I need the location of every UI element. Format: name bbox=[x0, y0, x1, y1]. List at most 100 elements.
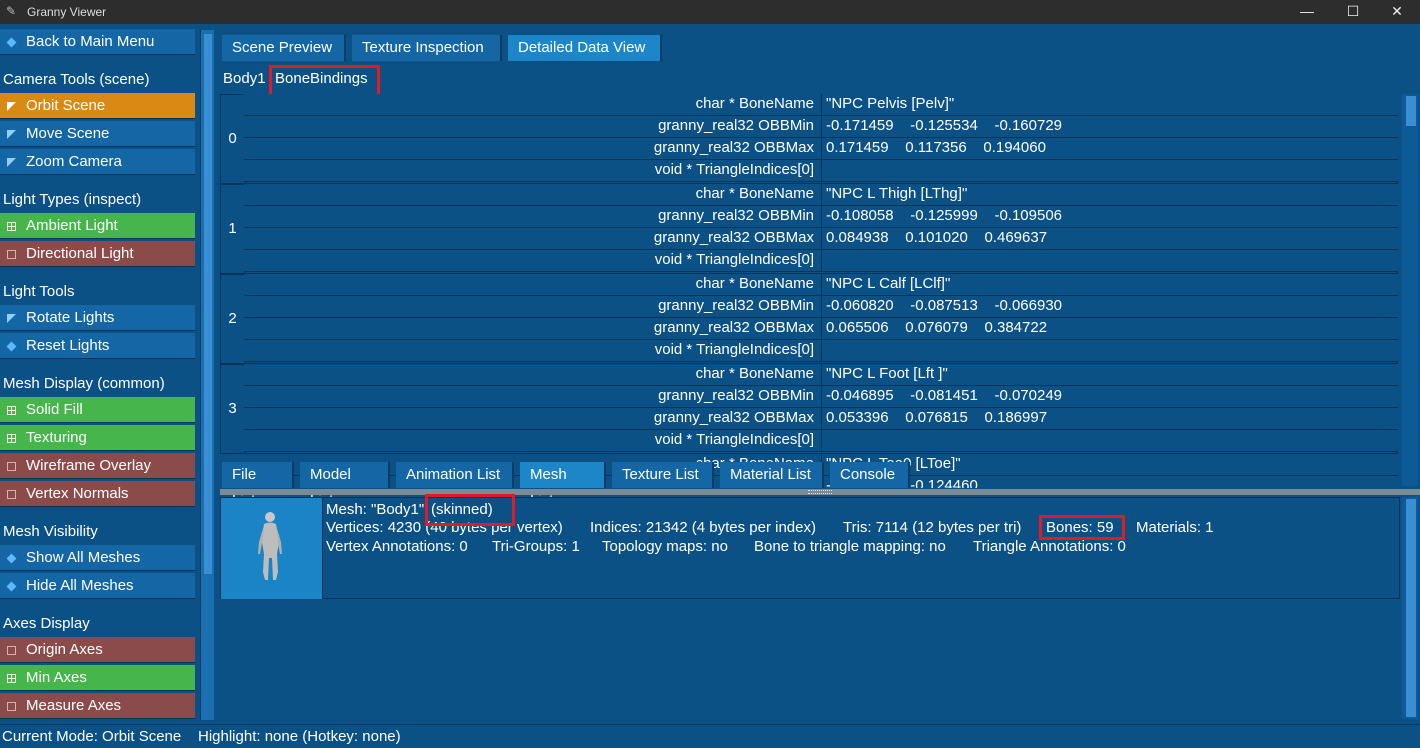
app-icon: ✎ bbox=[6, 4, 17, 18]
close-button[interactable]: ✕ bbox=[1374, 0, 1420, 24]
mesh-indices: Indices: 21342 (4 bytes per index) bbox=[590, 519, 816, 536]
checked-box-icon bbox=[7, 434, 16, 443]
table-row[interactable]: granny_real32 OBBMax 0.053396 0.076815 0.… bbox=[244, 408, 1398, 430]
unchecked-box-icon bbox=[7, 646, 16, 655]
mesh-tris: Tris: 7114 (12 bytes per tri) bbox=[843, 519, 1022, 536]
ambient-light-toggle[interactable]: Ambient Light bbox=[0, 213, 195, 239]
table-row[interactable]: void * TriangleIndices[0] bbox=[244, 430, 1398, 452]
mesh-materials: Materials: 1 bbox=[1136, 519, 1214, 536]
diamond-icon bbox=[6, 341, 17, 352]
splitter-grip[interactable] bbox=[808, 490, 832, 494]
diamond-icon bbox=[6, 37, 17, 48]
unchecked-box-icon bbox=[7, 462, 16, 471]
mesh-name: Mesh: "Body1" bbox=[326, 501, 425, 518]
table-row[interactable]: granny_real32 OBBMax 0.065506 0.076079 0.… bbox=[244, 318, 1398, 340]
mesh-visibility-heading: Mesh Visibility bbox=[3, 523, 98, 540]
table-row[interactable]: void * TriangleIndices[0] bbox=[244, 250, 1398, 272]
tool-icon bbox=[7, 158, 16, 167]
bone-index: 2 bbox=[221, 275, 245, 363]
tab-material-list[interactable]: Material List bbox=[720, 462, 824, 488]
reset-lights-button[interactable]: Reset Lights bbox=[0, 333, 195, 359]
status-highlight: Highlight: none (Hotkey: none) bbox=[198, 728, 401, 745]
move-scene-button[interactable]: Move Scene bbox=[0, 121, 195, 147]
mesh-bone-tri: Bone to triangle mapping: no bbox=[754, 538, 946, 555]
unchecked-box-icon bbox=[7, 702, 16, 711]
checked-box-icon bbox=[7, 674, 16, 683]
solid-fill-toggle[interactable]: Solid Fill bbox=[0, 397, 195, 423]
breadcrumb-root[interactable]: Body1 bbox=[223, 66, 266, 92]
mesh-list-item[interactable]: Mesh: "Body1" (skinned) Vertices: 4230 (… bbox=[220, 497, 1400, 599]
axes-display-heading: Axes Display bbox=[3, 615, 90, 632]
highlight-box bbox=[269, 65, 380, 97]
highlight-box bbox=[1039, 515, 1125, 540]
mesh-tri-groups: Tri-Groups: 1 bbox=[492, 538, 580, 555]
tab-detailed-data-view[interactable]: Detailed Data View bbox=[508, 35, 662, 61]
light-tools-heading: Light Tools bbox=[3, 283, 75, 300]
tab-file-list[interactable]: File List bbox=[222, 462, 294, 509]
bone-index: 0 bbox=[221, 95, 245, 183]
bone-bindings-grid: 0 char * BoneName "NPC Pelvis [Pelv]" gra… bbox=[220, 94, 1400, 454]
min-axes-toggle[interactable]: Min Axes bbox=[0, 665, 195, 691]
show-all-meshes-button[interactable]: Show All Meshes bbox=[0, 545, 195, 571]
table-row[interactable]: granny_real32 OBBMin -0.171459 -0.125534 … bbox=[244, 116, 1398, 138]
minimize-button[interactable]: — bbox=[1284, 0, 1330, 24]
table-row[interactable]: char * BoneName "NPC L Thigh [LThg]" bbox=[244, 184, 1398, 206]
table-row[interactable]: granny_real32 OBBMin -0.046895 -0.081451 … bbox=[244, 386, 1398, 408]
table-row[interactable]: char * BoneName "NPC L Calf [LClf]" bbox=[244, 274, 1398, 296]
measure-axes-toggle[interactable]: Measure Axes bbox=[0, 693, 195, 719]
wireframe-overlay-toggle[interactable]: Wireframe Overlay bbox=[0, 453, 195, 479]
mesh-display-heading: Mesh Display (common) bbox=[3, 375, 165, 392]
table-row[interactable]: granny_real32 OBBMax 0.171459 0.117356 0.… bbox=[244, 138, 1398, 160]
table-row[interactable]: void * TriangleIndices[0] bbox=[244, 340, 1398, 362]
unchecked-box-icon bbox=[7, 250, 16, 259]
tab-animation-list[interactable]: Animation List bbox=[396, 462, 514, 488]
tab-model-list[interactable]: Model List bbox=[300, 462, 390, 509]
checked-box-icon bbox=[7, 222, 16, 231]
orbit-scene-button[interactable]: Orbit Scene bbox=[0, 93, 195, 119]
diamond-icon bbox=[6, 581, 17, 592]
hide-all-meshes-button[interactable]: Hide All Meshes bbox=[0, 573, 195, 599]
mesh-topology: Topology maps: no bbox=[602, 538, 728, 555]
camera-tools-heading: Camera Tools (scene) bbox=[3, 71, 150, 88]
table-row[interactable]: void * TriangleIndices[0] bbox=[244, 160, 1398, 182]
list-tabs: File List Model List Animation List Mesh… bbox=[222, 462, 922, 509]
table-row[interactable]: granny_real32 OBBMin -0.060820 -0.087513 … bbox=[244, 296, 1398, 318]
scrollbar-thumb[interactable] bbox=[1406, 96, 1416, 126]
rotate-lights-button[interactable]: Rotate Lights bbox=[0, 305, 195, 331]
maximize-button[interactable]: ☐ bbox=[1330, 0, 1376, 24]
origin-axes-toggle[interactable]: Origin Axes bbox=[0, 637, 195, 663]
light-types-heading: Light Types (inspect) bbox=[3, 191, 142, 208]
tab-mesh-list[interactable]: Mesh List bbox=[520, 462, 606, 509]
grid-scrollbar[interactable] bbox=[1402, 94, 1418, 486]
directional-light-toggle[interactable]: Directional Light bbox=[0, 241, 195, 267]
tab-console[interactable]: Console bbox=[830, 462, 910, 488]
sidebar: Back to Main Menu Camera Tools (scene) O… bbox=[0, 26, 196, 720]
table-row[interactable]: char * BoneName "NPC L Foot [Lft ]" bbox=[244, 364, 1398, 386]
unchecked-box-icon bbox=[7, 490, 16, 499]
tab-scene-preview[interactable]: Scene Preview bbox=[222, 35, 346, 61]
mesh-vertex-annotations: Vertex Annotations: 0 bbox=[326, 538, 468, 555]
table-row[interactable]: char * BoneName "NPC Pelvis [Pelv]" bbox=[244, 94, 1398, 116]
tool-icon bbox=[7, 102, 16, 111]
tab-texture-list[interactable]: Texture List bbox=[612, 462, 714, 488]
scrollbar-thumb[interactable] bbox=[204, 34, 212, 574]
bone-index: 3 bbox=[221, 365, 245, 453]
diamond-icon bbox=[6, 553, 17, 564]
scrollbar-thumb[interactable] bbox=[1406, 499, 1416, 717]
breadcrumb: Body1 BoneBindings bbox=[220, 66, 1420, 92]
mesh-scrollbar[interactable] bbox=[1402, 497, 1418, 719]
sidebar-scrollbar[interactable] bbox=[200, 30, 214, 720]
title-bar: ✎ Granny Viewer — ☐ ✕ bbox=[0, 0, 1420, 24]
panel-splitter[interactable] bbox=[220, 489, 1420, 495]
mesh-thumbnail bbox=[221, 498, 323, 599]
table-row[interactable]: granny_real32 OBBMin -0.108058 -0.125999 … bbox=[244, 206, 1398, 228]
status-mode: Current Mode: Orbit Scene bbox=[2, 728, 182, 745]
zoom-camera-button[interactable]: Zoom Camera bbox=[0, 149, 195, 175]
texturing-toggle[interactable]: Texturing bbox=[0, 425, 195, 451]
mesh-tri-annotations: Triangle Annotations: 0 bbox=[973, 538, 1126, 555]
back-to-main-menu-button[interactable]: Back to Main Menu bbox=[0, 29, 195, 55]
mesh-details: Vertex Annotations: 0 Tri-Groups: 1 Topo… bbox=[326, 538, 1396, 558]
table-row[interactable]: granny_real32 OBBMax 0.084938 0.101020 0.… bbox=[244, 228, 1398, 250]
vertex-normals-toggle[interactable]: Vertex Normals bbox=[0, 481, 195, 507]
tab-texture-inspection[interactable]: Texture Inspection bbox=[352, 35, 502, 61]
